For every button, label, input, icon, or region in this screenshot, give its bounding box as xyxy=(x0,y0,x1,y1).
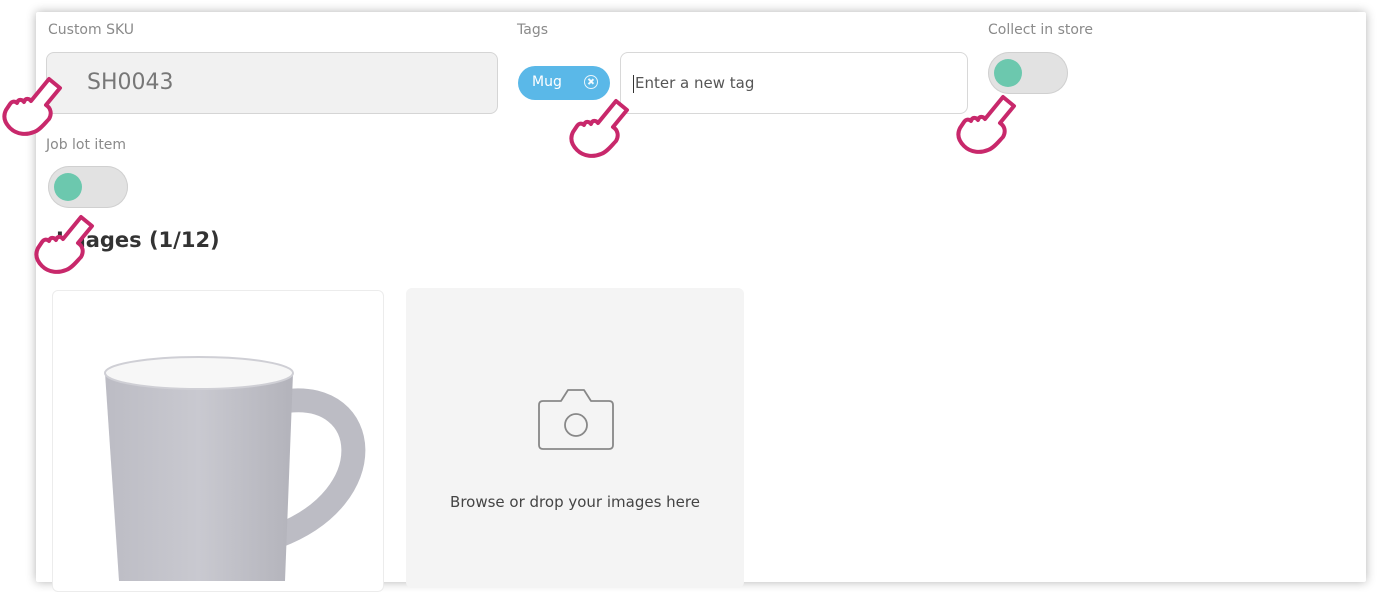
hand-pointer-icon xyxy=(956,95,1016,154)
toggle-knob xyxy=(994,59,1022,87)
camera-icon xyxy=(538,389,614,450)
mug-image xyxy=(104,356,366,581)
new-tag-input[interactable]: Enter a new tag xyxy=(620,52,968,114)
custom-sku-label: Custom SKU xyxy=(48,22,135,38)
custom-sku-input[interactable]: SH0043 xyxy=(46,52,498,114)
remove-tag-icon[interactable] xyxy=(584,75,598,89)
custom-sku-value: SH0043 xyxy=(87,70,174,95)
job-lot-item-label: Job lot item xyxy=(46,137,127,153)
image-thumbnail[interactable] xyxy=(52,290,384,592)
text-caret xyxy=(633,74,634,93)
hand-pointer-icon xyxy=(569,99,629,158)
image-dropzone[interactable]: Browse or drop your images here xyxy=(406,288,744,588)
tags-label: Tags xyxy=(517,22,548,38)
new-tag-placeholder: Enter a new tag xyxy=(635,74,755,92)
job-lot-item-toggle[interactable] xyxy=(48,166,128,208)
collect-in-store-toggle[interactable] xyxy=(988,52,1068,94)
toggle-knob xyxy=(54,173,82,201)
tag-chip-mug: Mug xyxy=(518,66,610,100)
hand-pointer-icon xyxy=(34,215,94,274)
collect-in-store-label: Collect in store xyxy=(988,22,1093,38)
hand-pointer-icon xyxy=(2,77,62,136)
dropzone-text: Browse or drop your images here xyxy=(450,493,700,511)
tag-chip-label: Mug xyxy=(532,74,562,90)
